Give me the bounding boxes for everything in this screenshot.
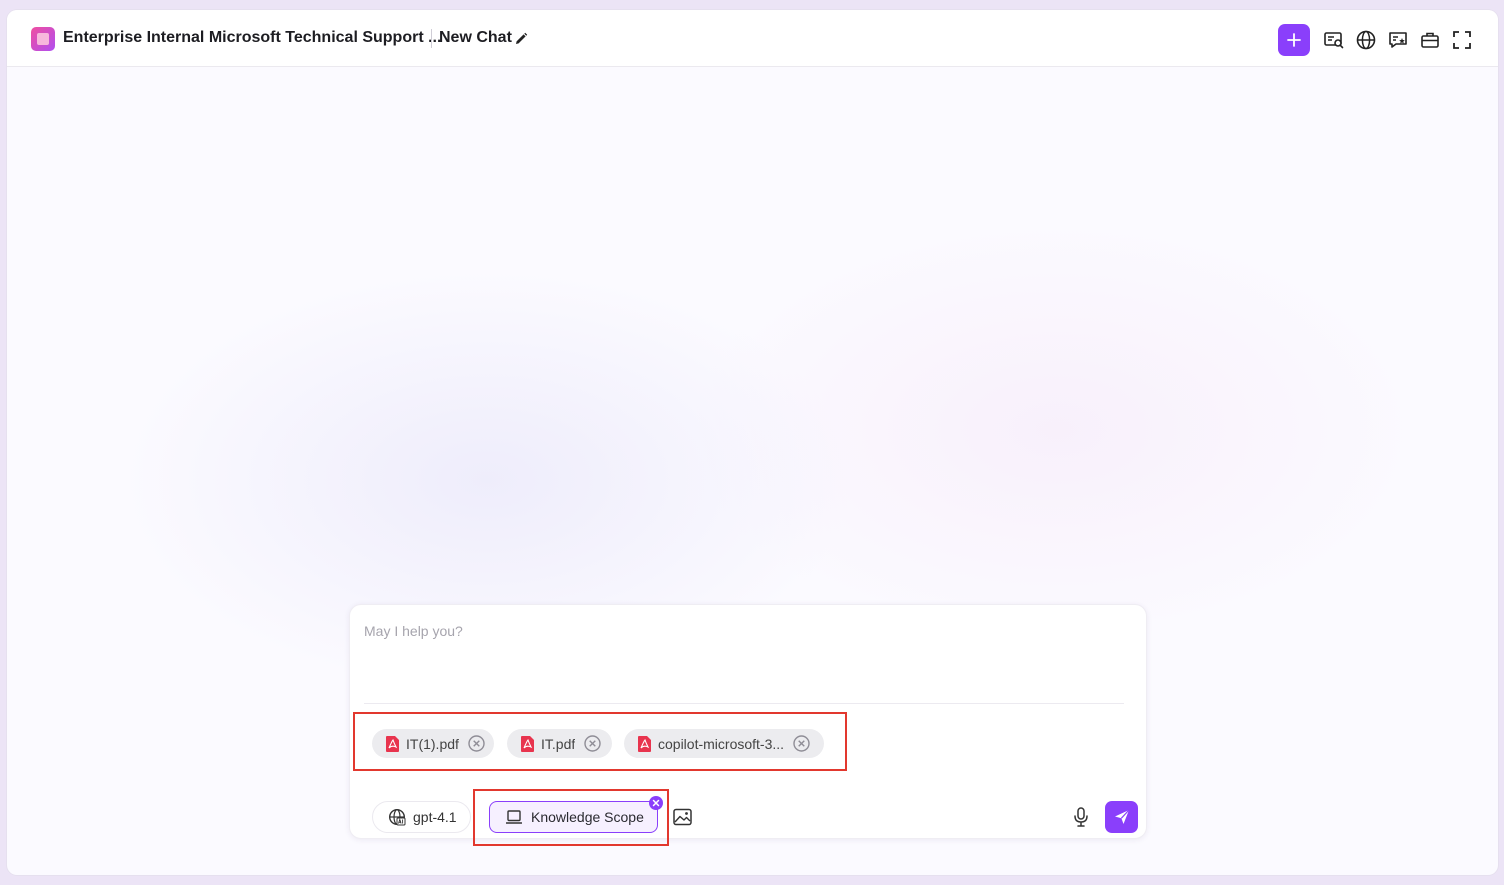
chat-title[interactable]: New Chat	[439, 29, 512, 47]
microphone-icon[interactable]	[1072, 807, 1090, 827]
message-input[interactable]	[364, 623, 1124, 693]
knowledge-scope-remove-button[interactable]	[649, 796, 663, 810]
close-circle-icon[interactable]	[468, 735, 485, 752]
app-title: Enterprise Internal Microsoft Technical …	[63, 29, 442, 46]
close-circle-icon[interactable]	[793, 735, 810, 752]
pdf-icon	[521, 735, 534, 752]
plus-icon	[1287, 33, 1301, 47]
fullscreen-icon[interactable]	[1451, 29, 1473, 51]
app-logo-icon	[31, 27, 55, 51]
knowledge-scope-button[interactable]: Knowledge Scope	[489, 801, 658, 833]
model-name: gpt-4.1	[413, 809, 457, 825]
pdf-icon	[638, 735, 651, 752]
header-bar: Enterprise Internal Microsoft Technical …	[7, 10, 1498, 67]
close-icon	[652, 799, 660, 807]
title-divider	[431, 29, 432, 48]
search-chat-icon[interactable]	[1323, 29, 1345, 51]
globe-icon[interactable]	[1355, 29, 1377, 51]
send-icon	[1114, 809, 1129, 824]
composer-panel	[349, 604, 1147, 839]
attachment-name: IT(1).pdf	[406, 735, 459, 752]
image-icon[interactable]	[673, 808, 692, 826]
model-globe-icon	[388, 808, 406, 826]
attachment-chip[interactable]: copilot-microsoft-3...	[624, 729, 824, 758]
send-button[interactable]	[1105, 801, 1138, 833]
composer-divider	[364, 703, 1124, 704]
knowledge-scope-label: Knowledge Scope	[531, 809, 644, 825]
pdf-icon	[386, 735, 399, 752]
attachment-name: copilot-microsoft-3...	[658, 735, 785, 752]
new-chat-button[interactable]	[1278, 24, 1310, 56]
briefcase-icon[interactable]	[1419, 29, 1441, 51]
attachment-chip[interactable]: IT(1).pdf	[372, 729, 494, 758]
attachment-name: IT.pdf	[541, 735, 576, 752]
pencil-icon[interactable]	[514, 32, 528, 46]
close-circle-icon[interactable]	[584, 735, 601, 752]
attachment-chip[interactable]: IT.pdf	[507, 729, 612, 758]
laptop-icon	[506, 809, 522, 824]
chat-star-icon[interactable]	[1387, 29, 1409, 51]
model-selector-button[interactable]: gpt-4.1	[372, 801, 471, 833]
